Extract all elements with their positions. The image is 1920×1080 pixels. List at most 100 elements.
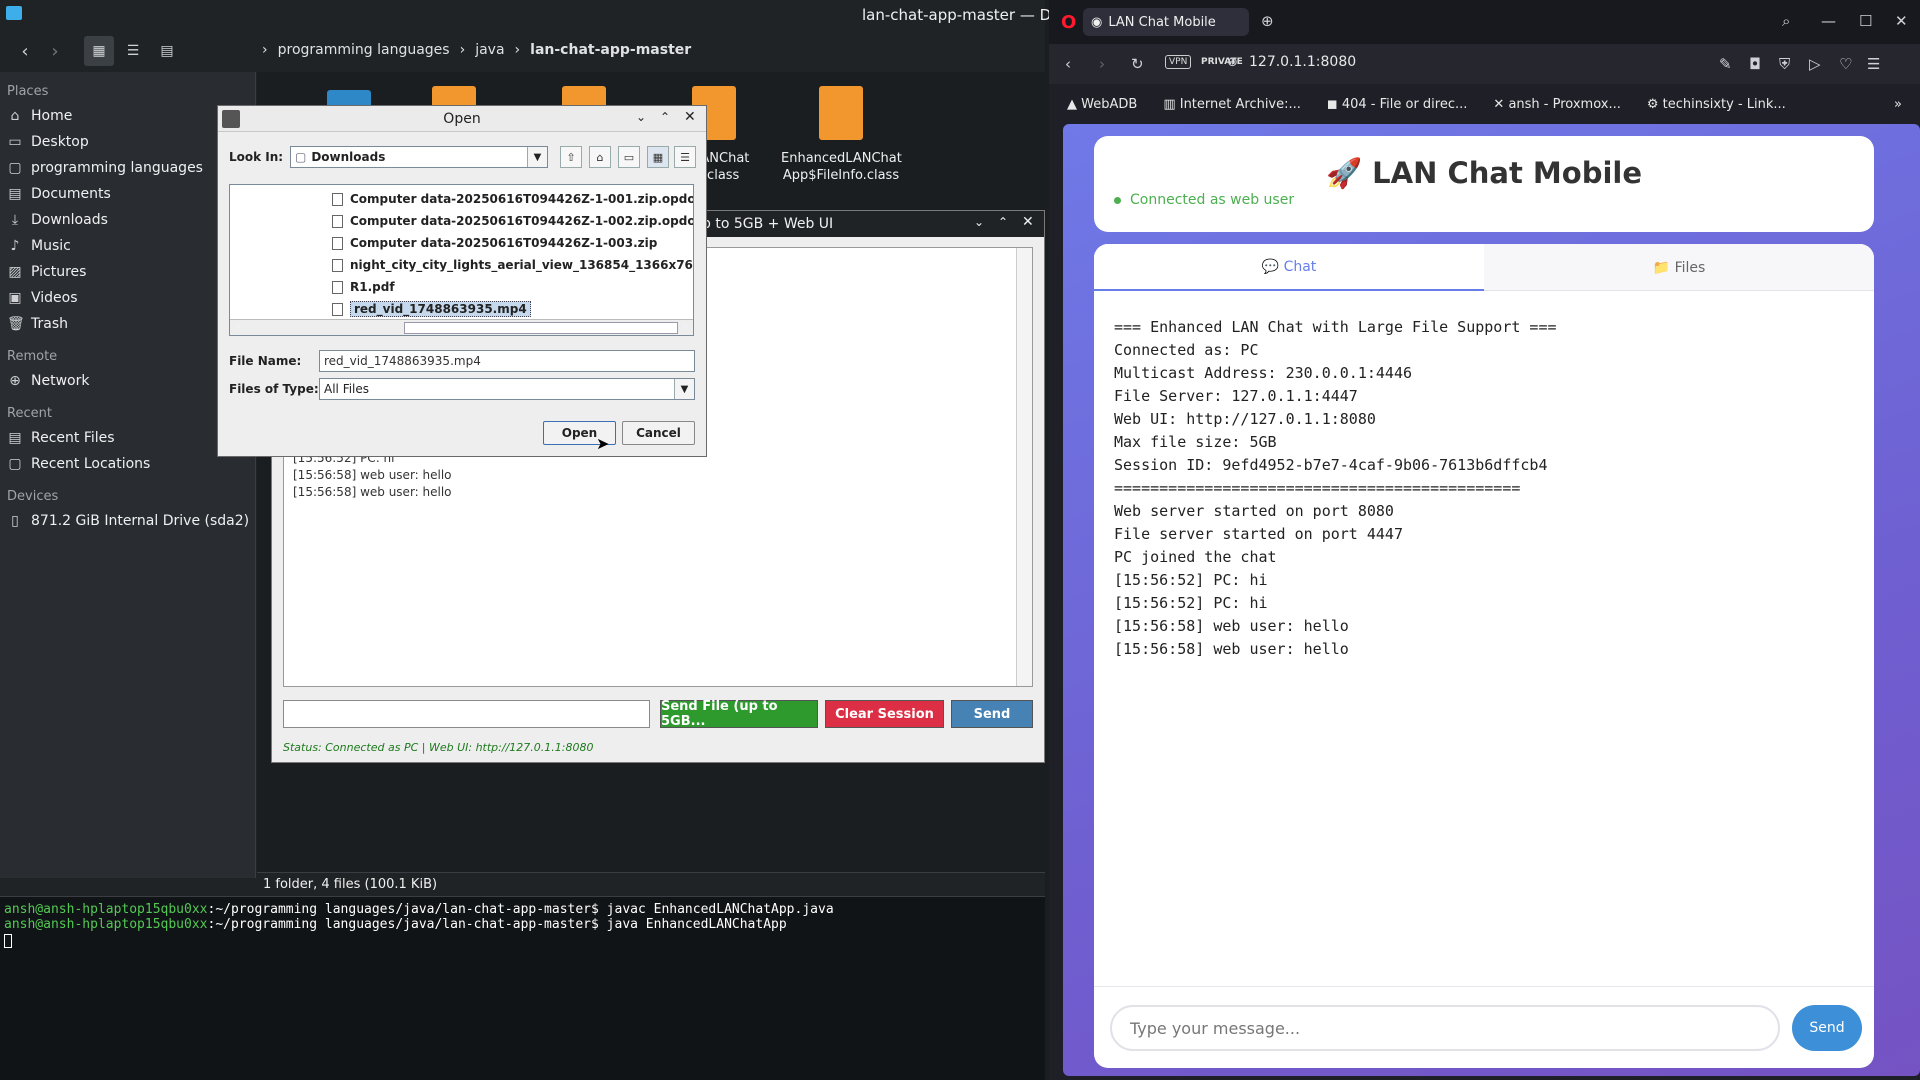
list-item-selected[interactable]: red_vid_1748863935.mp4 <box>332 300 531 318</box>
breadcrumb-item-java[interactable]: java <box>475 42 504 58</box>
breadcrumb-item-programming-languages[interactable]: programming languages <box>278 42 450 58</box>
chat-log: === Enhanced LAN Chat with Large File Su… <box>1114 318 1557 658</box>
mouse-cursor-icon: ➤ <box>596 434 610 453</box>
shield-icon[interactable]: ⛨ <box>1779 55 1790 73</box>
list-view-icon[interactable]: ▦ <box>647 146 669 168</box>
pictures-icon: ▨ <box>8 264 22 280</box>
close-icon[interactable]: ✕ <box>1022 214 1034 230</box>
page-title: 🚀 LAN Chat Mobile <box>1325 156 1643 190</box>
list-item[interactable]: Computer data-20250616T094426Z-1-003.zip <box>332 234 657 252</box>
menu-icon[interactable]: ☰ <box>1867 55 1880 73</box>
breadcrumb: › programming languages › java › lan-cha… <box>262 42 691 58</box>
devices-header: Devices <box>7 489 59 504</box>
up-folder-icon[interactable]: ⇧ <box>560 146 582 168</box>
list-item[interactable]: R1.pdf <box>332 278 395 296</box>
status-dot-icon <box>1114 196 1121 204</box>
minimize-icon[interactable]: ⌄ <box>636 110 646 124</box>
document-icon: ▤ <box>8 186 22 202</box>
scroll-right-icon[interactable]: ▶ <box>682 321 690 332</box>
url-field[interactable]: 127.0.1.1:8080 <box>1249 54 1356 70</box>
vpn-badge[interactable]: VPN <box>1165 55 1192 69</box>
bookmarks-bar: ▲ WebADB ▥ Internet Archive:... ◼ 404 - … <box>1049 84 1920 124</box>
globe-icon[interactable]: ⊕ <box>1227 55 1238 70</box>
forward-arrow-icon[interactable]: › <box>1099 55 1105 73</box>
music-icon: ♪ <box>10 238 20 254</box>
minimize-icon[interactable]: — <box>1821 12 1836 30</box>
bookmark-internet-archive[interactable]: ▥ Internet Archive:... <box>1163 97 1301 112</box>
reload-icon[interactable]: ↻ <box>1131 55 1144 73</box>
icons-view-icon[interactable]: ▦ <box>84 36 114 66</box>
tab-bar: O ◉ LAN Chat Mobile ⊕ ⌕ — ☐ ✕ <box>1049 0 1920 44</box>
new-folder-icon[interactable]: ▭ <box>618 146 640 168</box>
cancel-button[interactable]: Cancel <box>622 421 695 445</box>
details-view-icon[interactable]: ▤ <box>152 36 182 66</box>
clear-session-button[interactable]: Clear Session <box>825 700 944 728</box>
send-file-button[interactable]: Send File (up to 5GB... <box>660 699 818 729</box>
terminal[interactable]: ansh@ansh-hplaptop15qbu0xx:~/programming… <box>0 896 1045 1080</box>
dialog-titlebar: Open ⌄ ⌃ ✕ <box>218 106 706 132</box>
file-type-select[interactable]: All Files ▼ <box>319 378 695 400</box>
web-page: 🚀 LAN Chat Mobile Connected as web user … <box>1063 124 1920 1076</box>
search-icon[interactable]: ⌕ <box>1782 12 1790 30</box>
chat-scrollbar[interactable] <box>1016 248 1032 686</box>
home-icon: ⌂ <box>10 108 20 124</box>
compact-view-icon[interactable]: ☰ <box>118 36 148 66</box>
tab-files[interactable]: 📁 Files <box>1484 244 1874 291</box>
bookmark-proxmox[interactable]: ✕ ansh - Proxmox... <box>1493 97 1620 112</box>
maximize-icon[interactable]: ⌃ <box>998 215 1008 229</box>
bookmark-webadb[interactable]: ▲ WebADB <box>1067 97 1137 112</box>
heart-icon[interactable]: ♡ <box>1839 55 1852 73</box>
close-icon[interactable]: ✕ <box>684 109 696 125</box>
tab-chat[interactable]: 💬 Chat <box>1094 244 1484 291</box>
message-input[interactable]: Type your message... <box>1110 1005 1780 1051</box>
maximize-icon[interactable]: ☐ <box>1859 12 1872 30</box>
list-item[interactable]: Computer data-20250616T094426Z-1-002.zip… <box>332 212 693 230</box>
bookmark-techinsixty[interactable]: ⚙ techinsixty - Link... <box>1647 97 1786 112</box>
file-icon <box>332 236 343 250</box>
java-class-file-icon[interactable] <box>819 86 863 140</box>
bookmark-404[interactable]: ◼ 404 - File or direc... <box>1327 97 1468 112</box>
back-arrow-icon[interactable]: ‹ <box>1065 55 1071 73</box>
file-icon <box>332 302 343 316</box>
tab-lan-chat[interactable]: ◉ LAN Chat Mobile <box>1083 8 1249 36</box>
send-button[interactable]: Send <box>951 700 1033 728</box>
network-icon: ⊕ <box>9 373 21 389</box>
back-arrow-icon[interactable]: ‹ <box>10 36 40 66</box>
desktop-icon: ▭ <box>8 134 22 150</box>
address-bar: ‹ › ↻ VPN PRIVATE ⊕ 127.0.1.1:8080 ✎ ◘ ⛨… <box>1049 44 1920 84</box>
horizontal-scrollbar[interactable]: ◀ ▶ <box>230 319 693 335</box>
breadcrumb-item-current[interactable]: lan-chat-app-master <box>530 42 691 58</box>
opera-logo-icon[interactable]: O <box>1061 12 1076 33</box>
bookmarks-overflow-icon[interactable]: » <box>1894 97 1902 112</box>
scroll-left-icon[interactable]: ◀ <box>233 321 241 332</box>
file-type-label: Files of Type: <box>229 382 319 396</box>
folder-icon: ▢ <box>8 160 22 176</box>
list-item[interactable]: Computer data-20250616T094426Z-1-001.zip… <box>332 190 693 208</box>
camera-icon[interactable]: ◘ <box>1749 55 1761 73</box>
forward-arrow-icon[interactable]: › <box>40 36 70 66</box>
breadcrumb-chevron-icon: › <box>514 42 521 58</box>
file-label[interactable]: EnhancedLANChat App$FileInfo.class <box>781 150 902 184</box>
look-in-select[interactable]: ▢ Downloads ▼ <box>290 146 548 168</box>
close-icon[interactable]: ✕ <box>1895 12 1908 30</box>
play-icon[interactable]: ▷ <box>1809 55 1821 73</box>
download-icon: ⤓ <box>11 212 19 228</box>
folder-icon: ▢ <box>295 150 307 164</box>
maximize-icon[interactable]: ⌃ <box>660 110 670 124</box>
breadcrumb-chevron-icon: › <box>262 42 268 58</box>
terminal-line: ansh@ansh-hplaptop15qbu0xx:~/programming… <box>4 902 834 917</box>
details-view-icon[interactable]: ☰ <box>674 146 696 168</box>
send-button[interactable]: Send <box>1792 1005 1862 1051</box>
sidebar-item-internal-drive[interactable]: ▯ 871.2 GiB Internal Drive (sda2) <box>0 508 255 534</box>
file-icon <box>332 280 343 294</box>
new-tab-icon[interactable]: ⊕ <box>1261 12 1274 30</box>
scrollbar-thumb[interactable] <box>404 322 678 334</box>
file-list: Computer data-20250616T094426Z-1-001.zip… <box>229 184 694 336</box>
edit-icon[interactable]: ✎ <box>1719 55 1732 73</box>
list-item[interactable]: night_city_city_lights_aerial_view_13685… <box>332 256 693 274</box>
minimize-icon[interactable]: ⌄ <box>974 215 984 229</box>
message-input[interactable] <box>283 700 650 728</box>
file-name-field[interactable]: red_vid_1748863935.mp4 <box>319 350 695 372</box>
chat-line: [15:56:58] web user: hello <box>293 485 452 499</box>
home-icon[interactable]: ⌂ <box>589 146 611 168</box>
